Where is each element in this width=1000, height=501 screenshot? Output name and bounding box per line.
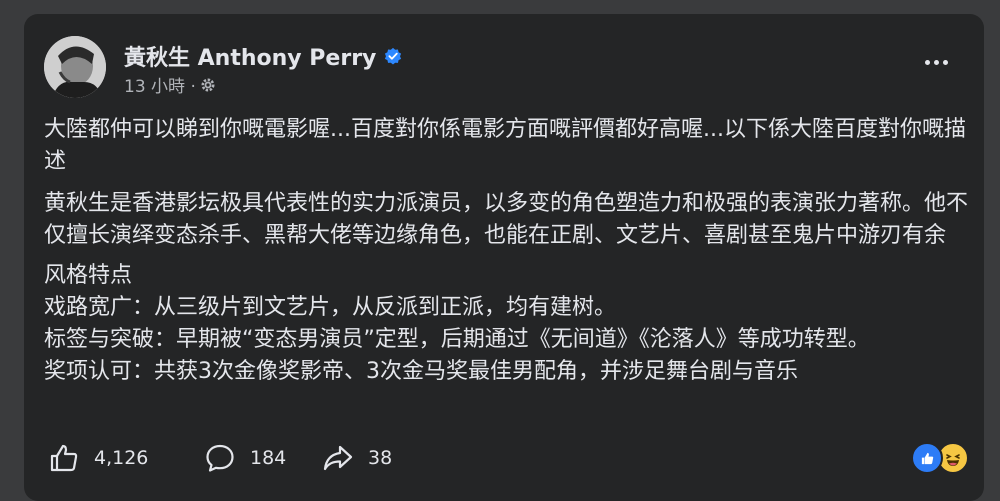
- like-button[interactable]: 4,126: [48, 442, 148, 474]
- post-paragraph: 大陸都仲可以睇到你嘅電影喔...百度對你係電影方面嘅評價都好高喔...以下係大陸…: [44, 117, 966, 174]
- post-timestamp[interactable]: 13 小時 ·: [124, 72, 196, 97]
- comment-icon: [206, 444, 234, 472]
- post-meta: 13 小時 ·: [124, 72, 216, 97]
- thumbs-up-icon: [921, 452, 933, 464]
- more-dot: [942, 59, 948, 65]
- style-line: 奖项认可：共获3次金像奖影帝、3次金马奖最佳男配角，并涉足舞台剧与音乐: [44, 359, 798, 384]
- style-line: 戏路宽广：从三级片到文艺片，从反派到正派，均有建树。: [44, 295, 617, 320]
- post-footer: 4,126 184 38: [44, 442, 969, 478]
- share-button[interactable]: 38: [322, 442, 392, 474]
- style-line: 标签与突破：早期被“变态男演员”定型，后期通过《无间道》《沦落人》等成功转型。: [44, 327, 870, 352]
- post-author[interactable]: 黃秋生 Anthony Perry: [124, 40, 402, 72]
- more-dot: [933, 59, 939, 65]
- comment-button[interactable]: 184: [204, 442, 286, 474]
- laughing-face-icon: [946, 454, 960, 466]
- post-body: 大陸都仲可以睇到你嘅電影喔...百度對你係電影方面嘅評價都好高喔...以下係大陸…: [44, 114, 969, 388]
- more-dot: [924, 59, 930, 65]
- author-name[interactable]: 黃秋生 Anthony Perry: [124, 40, 376, 72]
- like-count: 4,126: [94, 447, 149, 469]
- post-card: 黃秋生 Anthony Perry 13 小時 · 大陸都仲可以睇到你嘅電影喔.…: [24, 14, 984, 501]
- avatar[interactable]: [44, 36, 106, 98]
- style-section-title: 风格特点: [44, 263, 133, 288]
- avatar-image: [44, 36, 106, 98]
- share-icon: [323, 445, 353, 471]
- gear-icon[interactable]: [200, 77, 216, 93]
- more-options-icon[interactable]: [918, 52, 954, 72]
- post-paragraph: 黄秋生是香港影坛极具代表性的实力派演员，以多变的角色塑造力和极强的表演张力著称。…: [44, 191, 969, 248]
- like-reaction-icon: [911, 442, 943, 474]
- share-count: 38: [368, 447, 393, 469]
- verified-badge-icon: [385, 47, 402, 65]
- reaction-summary[interactable]: [911, 442, 969, 474]
- comment-count: 184: [250, 447, 287, 469]
- like-icon: [50, 444, 78, 472]
